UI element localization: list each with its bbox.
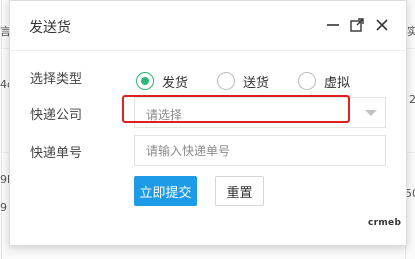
tracking-number-input[interactable] [134, 135, 386, 166]
crmeb-logo: crmeb [368, 218, 402, 228]
radio-ship[interactable]: 发货 [136, 71, 188, 91]
background-text: 2 [409, 93, 415, 106]
tracking-number-label: 快递单号 [30, 146, 83, 161]
close-icon[interactable] [372, 15, 392, 35]
radio-label: 虚拟 [324, 75, 351, 91]
background-text: 9 [0, 201, 7, 214]
company-select[interactable]: 请选择 [134, 97, 386, 128]
dialog-title: 发送货 [29, 20, 71, 36]
radio-virtual[interactable]: 虚拟 [298, 71, 350, 91]
radio-checked-icon [136, 72, 154, 90]
ship-dialog: 发送货 选择类型 发货 送货 虚拟 快递公司 请选择 快递单号 请输入快递单号 … [9, 0, 407, 246]
radio-label: 送货 [243, 75, 270, 91]
background-text: 实 [407, 25, 415, 38]
reset-button[interactable]: 重置 [215, 176, 264, 206]
submit-button[interactable]: 立即提交 [134, 176, 197, 206]
radio-unchecked-icon [217, 72, 235, 90]
type-label: 选择类型 [30, 72, 83, 87]
radio-unchecked-icon [298, 72, 316, 90]
minimize-icon[interactable] [323, 15, 343, 35]
radio-label: 发货 [162, 75, 189, 91]
company-label: 快递公司 [30, 108, 83, 123]
maximize-icon[interactable] [347, 15, 367, 35]
chevron-down-icon [365, 110, 377, 116]
dialog-header: 发送货 [10, 1, 406, 51]
radio-deliver[interactable]: 送货 [217, 71, 269, 91]
company-select-placeholder: 请选择 [146, 108, 183, 122]
